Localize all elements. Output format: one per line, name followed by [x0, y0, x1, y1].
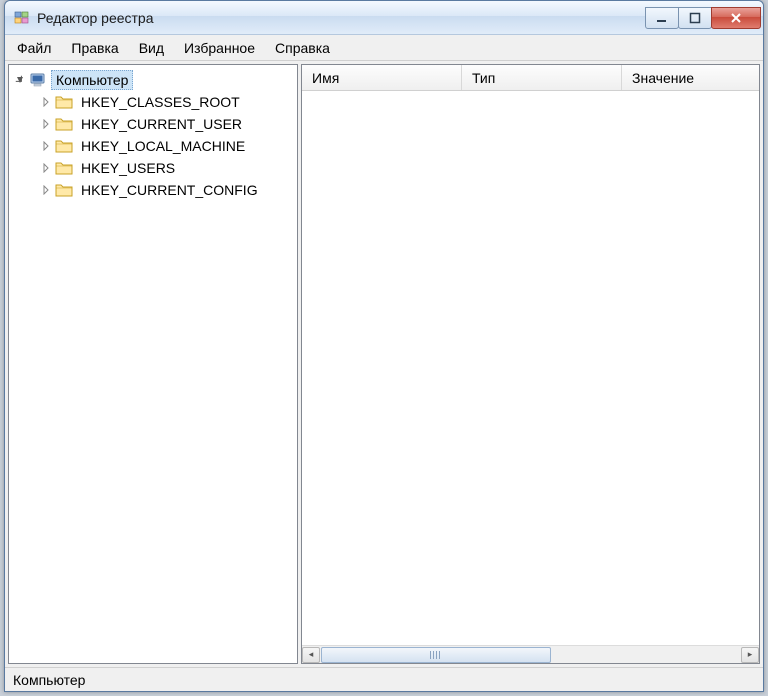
folder-icon	[55, 159, 73, 177]
col-header-name[interactable]: Имя	[302, 65, 462, 90]
folder-icon	[55, 115, 73, 133]
tree-node-hive[interactable]: HKEY_USERS	[11, 157, 295, 179]
status-path: Компьютер	[13, 672, 85, 688]
grip-icon	[430, 651, 442, 659]
collapse-icon[interactable]	[13, 73, 27, 87]
close-button[interactable]	[711, 7, 761, 29]
window-controls	[646, 7, 761, 29]
col-header-value[interactable]: Значение	[622, 65, 759, 90]
menu-edit[interactable]: Правка	[61, 35, 128, 60]
folder-icon	[55, 181, 73, 199]
tree-node-hive[interactable]: HKEY_CLASSES_ROOT	[11, 91, 295, 113]
scroll-thumb[interactable]	[321, 647, 551, 663]
list-body[interactable]	[302, 91, 759, 645]
expand-icon[interactable]	[39, 117, 53, 131]
expand-icon[interactable]	[39, 139, 53, 153]
statusbar: Компьютер	[5, 667, 763, 691]
tree-label[interactable]: HKEY_USERS	[77, 159, 179, 177]
menu-help[interactable]: Справка	[265, 35, 340, 60]
computer-icon	[29, 71, 47, 89]
titlebar[interactable]: Редактор реестра	[5, 1, 763, 35]
app-window: Редактор реестра Файл Правка Вид Избранн…	[4, 0, 764, 692]
tree-node-hive[interactable]: HKEY_CURRENT_CONFIG	[11, 179, 295, 201]
tree-pane[interactable]: Компьютер HKEY_CLASSES_ROOT HKEY_CURRENT…	[8, 64, 298, 664]
tree-label[interactable]: HKEY_CURRENT_CONFIG	[77, 181, 262, 199]
scroll-right-button[interactable]: ▸	[741, 647, 759, 663]
col-header-type[interactable]: Тип	[462, 65, 622, 90]
window-title: Редактор реестра	[37, 10, 646, 26]
client-area: Компьютер HKEY_CLASSES_ROOT HKEY_CURRENT…	[5, 61, 763, 667]
maximize-button[interactable]	[678, 7, 712, 29]
menu-view[interactable]: Вид	[129, 35, 174, 60]
tree-node-computer[interactable]: Компьютер	[11, 69, 295, 91]
tree-label[interactable]: HKEY_CLASSES_ROOT	[77, 93, 244, 111]
expand-icon[interactable]	[39, 161, 53, 175]
list-pane: Имя Тип Значение ◂ ▸	[301, 64, 760, 664]
column-headers: Имя Тип Значение	[302, 65, 759, 91]
tree-label-computer[interactable]: Компьютер	[51, 70, 133, 90]
scroll-track[interactable]	[321, 647, 740, 663]
minimize-button[interactable]	[645, 7, 679, 29]
tree-node-hive[interactable]: HKEY_CURRENT_USER	[11, 113, 295, 135]
folder-icon	[55, 93, 73, 111]
tree-label[interactable]: HKEY_CURRENT_USER	[77, 115, 246, 133]
folder-icon	[55, 137, 73, 155]
expand-icon[interactable]	[39, 95, 53, 109]
expand-icon[interactable]	[39, 183, 53, 197]
tree-node-hive[interactable]: HKEY_LOCAL_MACHINE	[11, 135, 295, 157]
horizontal-scrollbar[interactable]: ◂ ▸	[302, 645, 759, 663]
menu-file[interactable]: Файл	[7, 35, 61, 60]
regedit-icon	[13, 9, 31, 27]
menu-favorites[interactable]: Избранное	[174, 35, 265, 60]
scroll-left-button[interactable]: ◂	[302, 647, 320, 663]
menubar: Файл Правка Вид Избранное Справка	[5, 35, 763, 61]
tree-label[interactable]: HKEY_LOCAL_MACHINE	[77, 137, 249, 155]
